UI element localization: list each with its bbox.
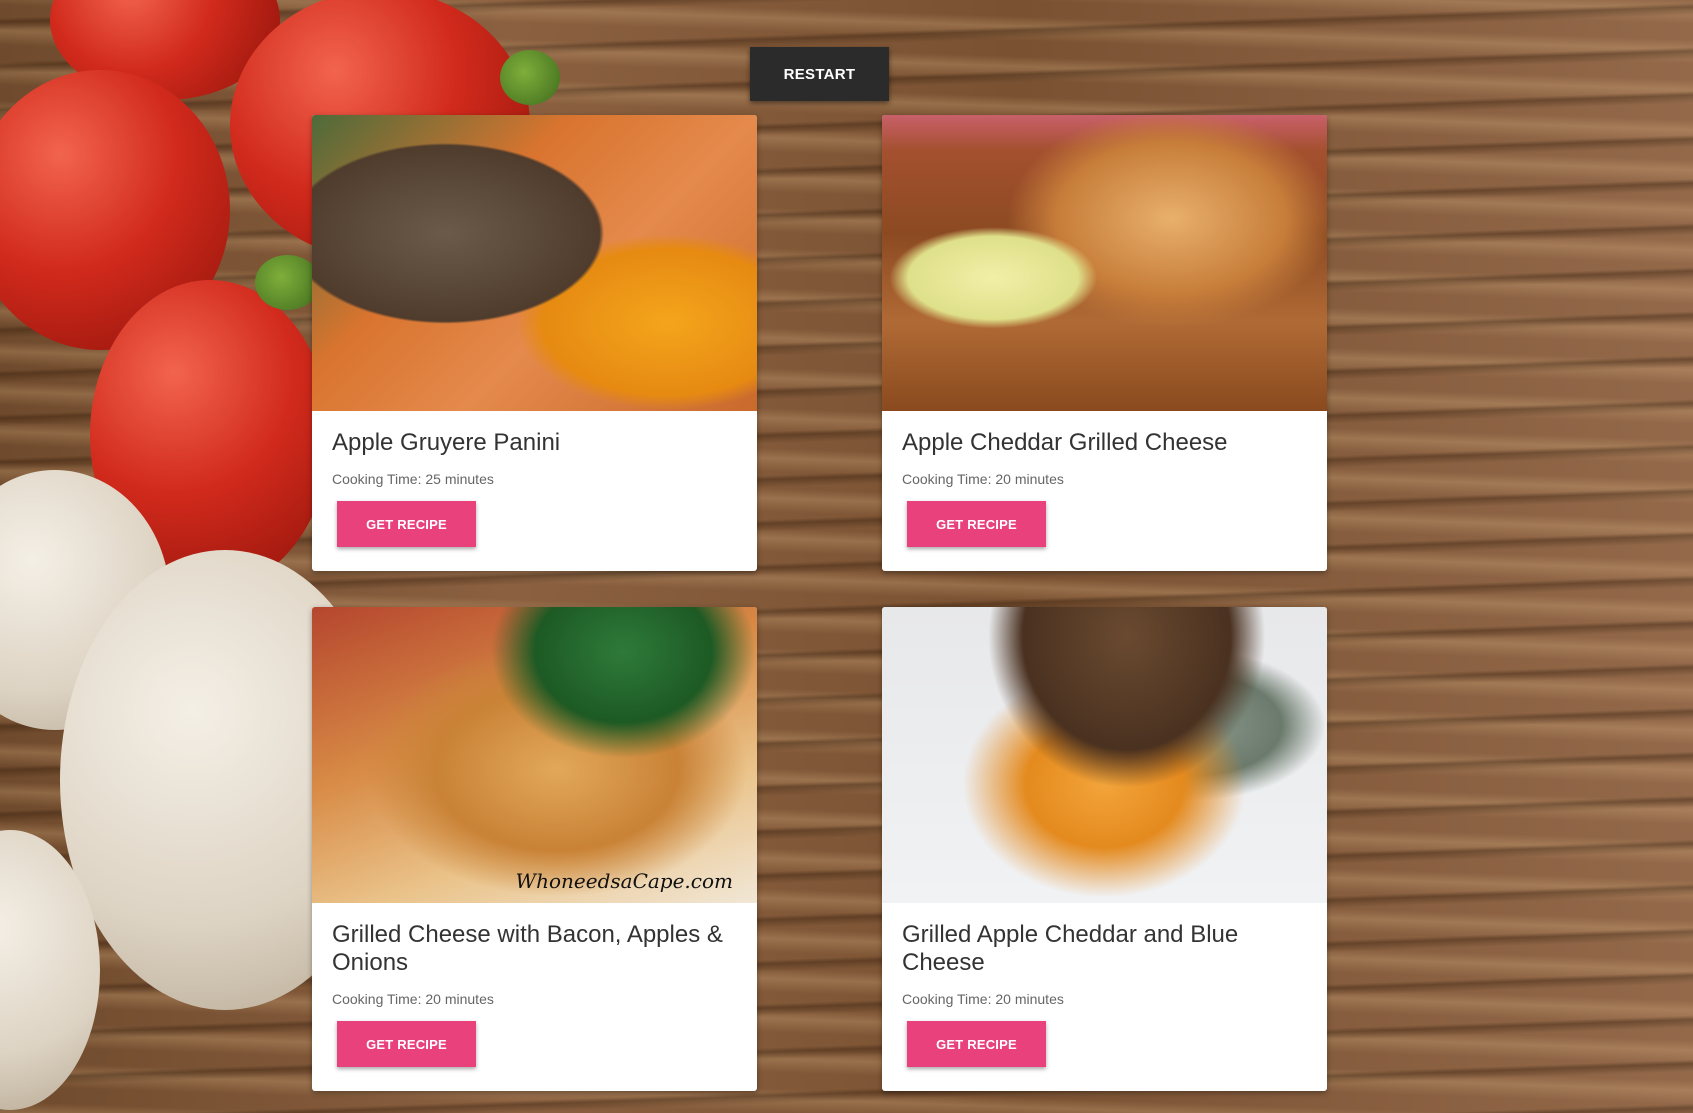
recipe-photo [312,115,757,411]
cooking-time: Cooking Time: 20 minutes [332,991,494,1007]
get-recipe-button[interactable]: GET RECIPE [337,1021,476,1067]
get-recipe-button[interactable]: GET RECIPE [337,501,476,547]
recipe-title: Grilled Apple Cheddar and Blue Cheese [902,921,1239,976]
recipe-title: Apple Gruyere Panini [332,429,561,456]
image-watermark: WhoneedsaCape.com [515,869,733,893]
cooking-time: Cooking Time: 20 minutes [902,471,1064,487]
get-recipe-button[interactable]: GET RECIPE [907,1021,1046,1067]
stem-decoration [255,255,320,310]
restart-button[interactable]: RESTART [750,47,889,101]
recipe-card: WhoneedsaCape.com Grilled Cheese with Ba… [312,607,757,1091]
recipe-photo: WhoneedsaCape.com [312,607,757,903]
recipe-card: Apple Cheddar Grilled Cheese Cooking Tim… [882,115,1327,571]
get-recipe-button[interactable]: GET RECIPE [907,501,1046,547]
recipe-photo [882,607,1327,903]
recipe-card: Grilled Apple Cheddar and Blue Cheese Co… [882,607,1327,1091]
cooking-time: Cooking Time: 25 minutes [332,471,494,487]
recipe-photo [882,115,1327,411]
cooking-time: Cooking Time: 20 minutes [902,991,1064,1007]
recipe-title: Grilled Cheese with Bacon, Apples & Onio… [332,921,723,976]
recipe-title: Apple Cheddar Grilled Cheese [902,429,1228,456]
stem-decoration [500,50,560,105]
recipe-card: Apple Gruyere Panini Cooking Time: 25 mi… [312,115,757,571]
